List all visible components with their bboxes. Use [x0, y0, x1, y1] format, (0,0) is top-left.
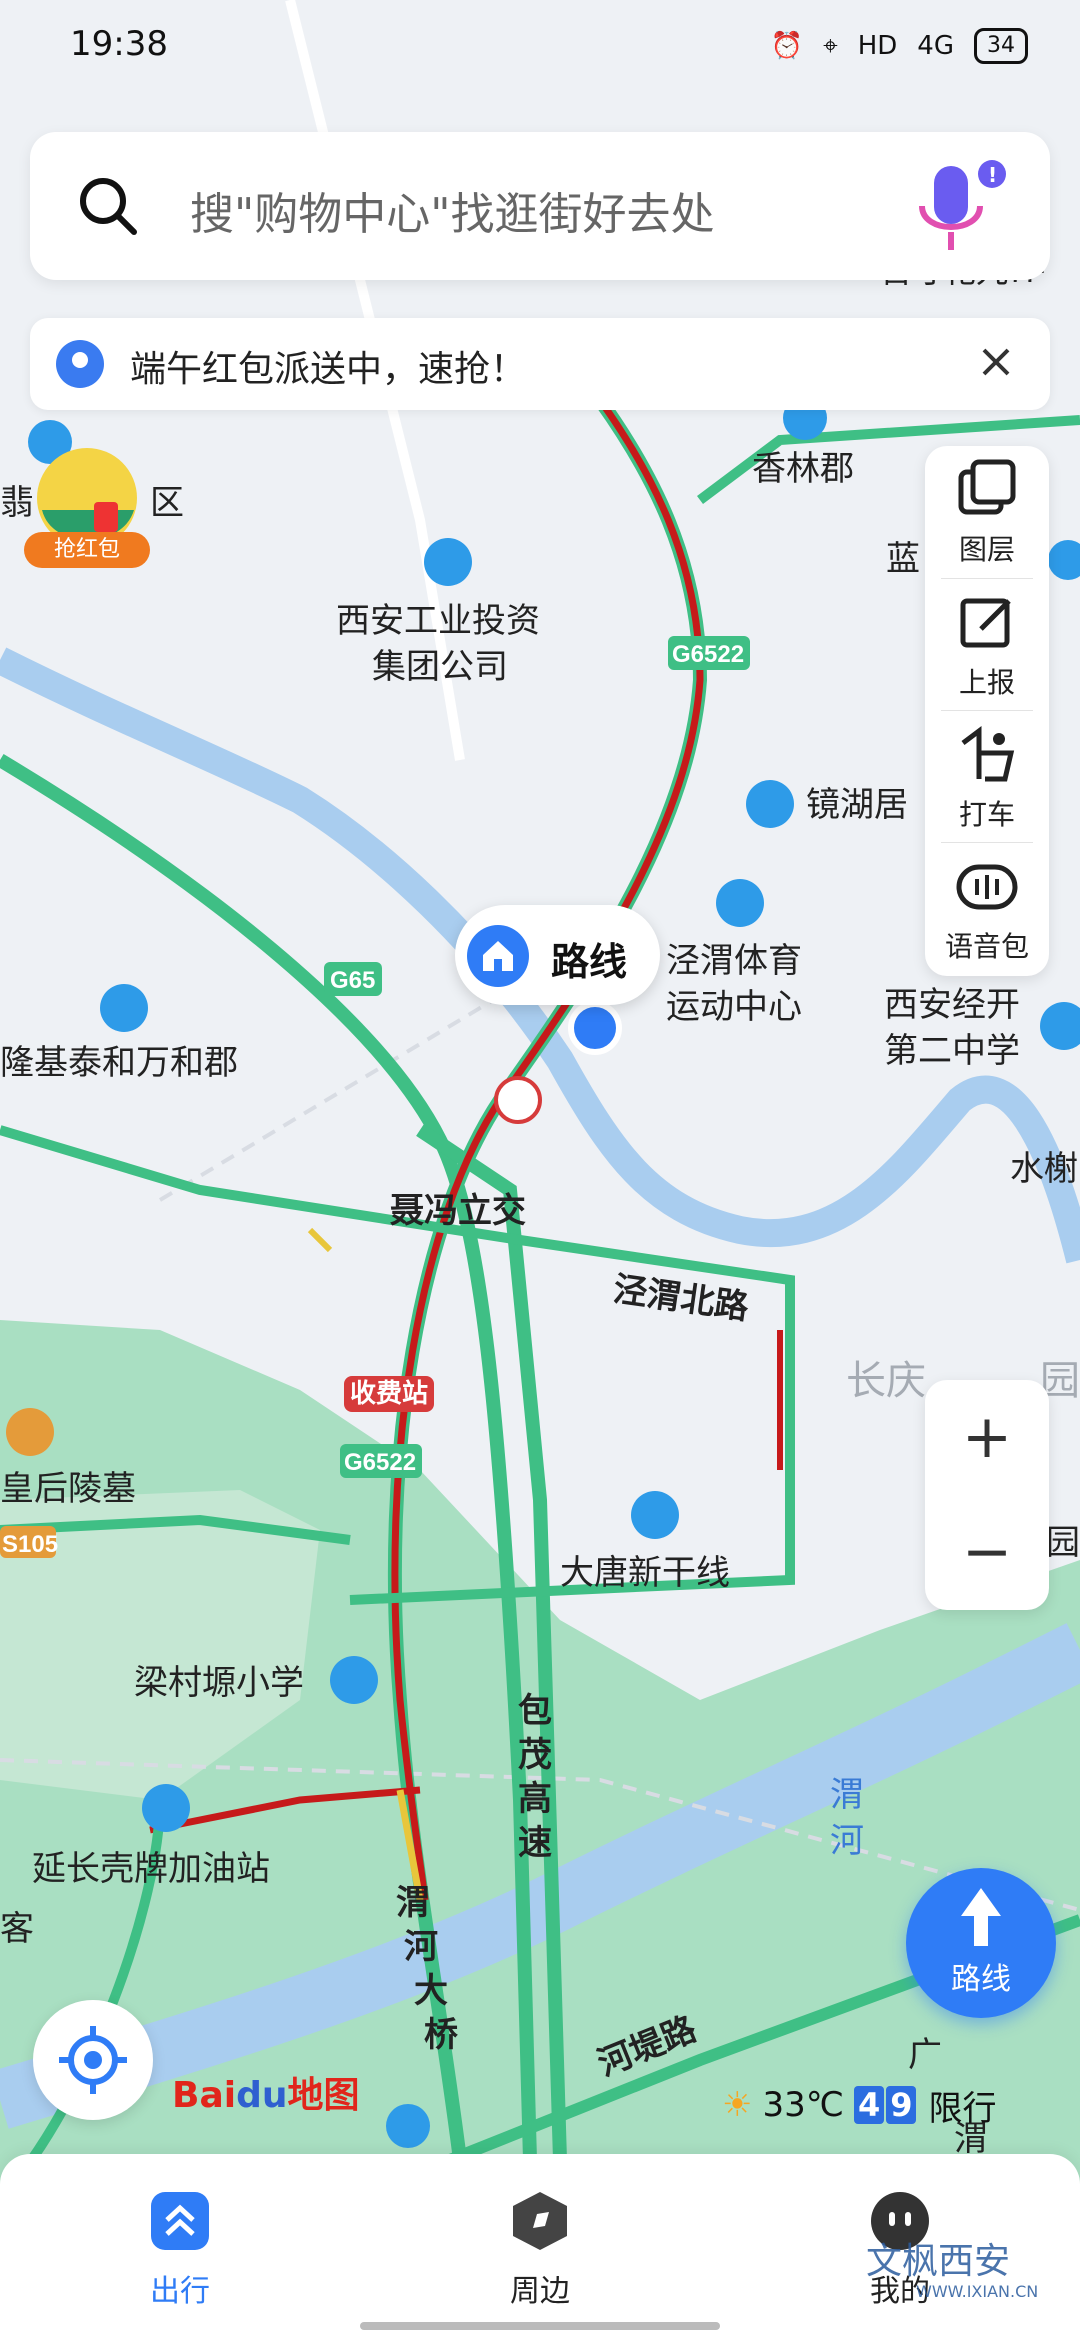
zoom-out-button[interactable]: −	[925, 1495, 1049, 1610]
map-label: 速	[518, 1824, 552, 1862]
home-indicator[interactable]	[360, 2322, 720, 2330]
layers-button[interactable]: 图层	[925, 446, 1049, 576]
nav-travel[interactable]: 出行	[100, 2190, 260, 2310]
map-label: 包	[518, 1692, 552, 1730]
map-label: 河	[830, 1822, 864, 1860]
historic-pin	[6, 1408, 54, 1456]
nav-nearby[interactable]: 周边	[460, 2190, 620, 2310]
layers-label: 图层	[958, 533, 1015, 566]
notice-text: 端午红包派送中，速抢！	[130, 349, 527, 390]
map-label: 集团公司	[372, 648, 508, 686]
map-label: 第二中学	[884, 1032, 1020, 1070]
search-bar[interactable]: 搜"购物中心"找逛街好去处 !	[30, 132, 1050, 280]
route-button-label: 路线	[951, 1962, 1011, 1997]
nav-travel-label: 出行	[150, 2274, 210, 2309]
locate-icon	[59, 2026, 127, 2094]
report-button[interactable]: 上报	[925, 579, 1049, 709]
map-label: 渭	[830, 1776, 864, 1814]
map-label: 广	[908, 2036, 942, 2074]
map-label: 梁村塬小学	[134, 1664, 304, 1702]
weather-widget[interactable]: ☀ 33℃ 49 限行	[722, 2080, 996, 2130]
temperature: 33℃	[762, 2085, 844, 2125]
sun-cloud-icon: ☀	[722, 2085, 753, 2125]
taxi-icon	[961, 726, 1015, 782]
map-label: 西安经开	[884, 986, 1020, 1024]
alarm-icon: ⏰	[770, 31, 804, 61]
map-label: 隆基泰和万和郡	[0, 1044, 238, 1082]
route-button[interactable]: 路线	[906, 1868, 1056, 2018]
promo-notice[interactable]: 端午红包派送中，速抢！	[30, 318, 1050, 410]
map-label: 西安工业投资	[336, 602, 540, 640]
map-label: 运动中心	[666, 988, 802, 1026]
map-tool-panel: 图层 上报 打车 语音包	[925, 446, 1049, 976]
road-shield-label: G65	[330, 967, 375, 994]
road-shield-label: G6522	[672, 641, 744, 668]
map-label: 区	[150, 484, 184, 522]
voice-search-icon[interactable]: !	[900, 158, 1010, 258]
restriction-label: 限行	[928, 2088, 997, 2129]
red-packet-label[interactable]: 抢红包	[24, 532, 150, 568]
watermark: 文枫西安	[866, 2241, 1011, 2282]
baidu-map-logo: Baidu地图	[172, 2075, 360, 2116]
map-label: 延长壳牌加油站	[32, 1850, 270, 1888]
route-home-bubble[interactable]: 路线	[455, 905, 660, 1005]
status-icons: ⏰ ⌖ HD 4G 34	[771, 28, 1028, 64]
map-label: 茂	[518, 1736, 552, 1774]
search-input[interactable]: 搜"购物中心"找逛街好去处	[190, 178, 714, 242]
map-label: 客	[0, 1910, 34, 1948]
search-icon	[80, 178, 137, 235]
map-label: 园	[1046, 1524, 1080, 1562]
road-shield-label: G6522	[344, 1449, 416, 1476]
status-bar: 19:38 ⏰ ⌖ HD 4G 34	[0, 0, 1080, 96]
signal-icon: 4G	[917, 31, 954, 61]
road-shield-label: S105	[2, 1531, 58, 1558]
voice-pack-icon	[956, 864, 1018, 910]
map-label: 泾渭体育	[666, 942, 802, 980]
battery-icon: 34	[974, 28, 1028, 64]
map-label: 水榭	[1010, 1150, 1078, 1188]
map-label: 长庆	[846, 1359, 926, 1403]
map-label: 大	[414, 1972, 448, 2010]
compass-icon	[513, 2192, 567, 2250]
map-label: 桥	[424, 2016, 458, 2054]
locate-button[interactable]	[33, 2000, 153, 2120]
taxi-button[interactable]: 打车	[925, 711, 1049, 841]
report-label: 上报	[958, 666, 1015, 699]
report-icon	[960, 598, 1011, 648]
road-shield-label: 收费站	[350, 1378, 428, 1408]
map-label: 蓝	[886, 540, 920, 578]
restriction-numbers: 49	[853, 2085, 919, 2125]
svg-text:!: !	[988, 163, 997, 187]
map-label: 香林郡	[752, 450, 854, 488]
location-pin-icon	[56, 340, 104, 388]
route-bubble-label: 路线	[551, 940, 628, 984]
status-time: 19:38	[70, 24, 168, 64]
zoom-in-button[interactable]: +	[925, 1380, 1049, 1495]
toll-pin	[494, 1076, 542, 1124]
location-icon: ⌖	[823, 30, 838, 61]
travel-icon	[151, 2192, 209, 2250]
map-label: 皇后陵墓	[0, 1470, 136, 1508]
watermark-url: WWW.IXIAN.CN	[916, 2282, 1039, 2301]
current-location-dot	[568, 1001, 622, 1055]
map-label: 大唐新干线	[560, 1554, 730, 1592]
voice-pack-label: 语音包	[944, 930, 1029, 963]
close-icon[interactable]	[970, 336, 1022, 388]
taxi-label: 打车	[958, 798, 1015, 831]
zoom-controls: + −	[925, 1380, 1049, 1610]
map-label: 河	[404, 1928, 438, 1966]
nav-nearby-label: 周边	[510, 2274, 570, 2309]
home-icon	[467, 925, 529, 987]
map-label: 渭	[396, 1884, 430, 1922]
hd-icon: HD	[857, 31, 898, 61]
layers-icon	[958, 459, 1016, 515]
map-label: 镜湖居	[806, 786, 908, 824]
voice-pack-button[interactable]: 语音包	[925, 843, 1049, 973]
map-label: 高	[518, 1780, 552, 1818]
map-label: 聂冯立交	[390, 1191, 526, 1230]
